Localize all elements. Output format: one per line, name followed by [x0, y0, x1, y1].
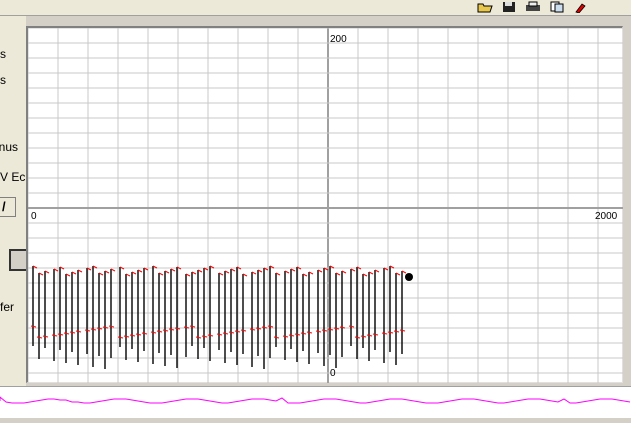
- plot-grid: [28, 28, 623, 383]
- trace-marker: [129, 334, 136, 337]
- trace-marker: [30, 325, 37, 328]
- trace-marker: [399, 329, 406, 332]
- trace-marker: [42, 335, 49, 338]
- left-label-4: V Ec: [0, 170, 26, 184]
- y-axis-top-label: 200: [330, 34, 347, 45]
- trace-marker: [168, 328, 175, 331]
- trace-marker: [57, 333, 64, 336]
- trace-marker: [189, 325, 196, 328]
- trace-cursor-dot[interactable]: [405, 273, 413, 281]
- trace-marker: [321, 329, 328, 332]
- trace-marker: [366, 334, 373, 337]
- trace-marker: [36, 336, 43, 339]
- print-icon[interactable]: [524, 0, 542, 12]
- trace-marker: [360, 335, 367, 338]
- bottom-trace-line: [0, 396, 631, 404]
- trace-marker: [207, 334, 214, 337]
- bottom-trace-canvas: [0, 396, 631, 404]
- trace-marker: [267, 325, 274, 328]
- toolbar: [0, 0, 631, 16]
- trace-marker: [300, 332, 307, 335]
- trace-marker: [141, 332, 148, 335]
- trace-marker: [387, 331, 394, 334]
- trace-marker: [306, 331, 313, 334]
- trace-marker: [201, 335, 208, 338]
- toolbar-icons: [476, 0, 590, 14]
- bottom-trace-strip: [0, 386, 631, 418]
- trace-marker: [63, 332, 70, 335]
- trace-marker: [195, 336, 202, 339]
- open-folder-icon[interactable]: [476, 0, 494, 13]
- left-label-5: fer: [0, 300, 15, 314]
- save-icon[interactable]: [500, 0, 518, 12]
- y-axis-bottom-label: 0: [330, 368, 336, 379]
- marker-icon[interactable]: [572, 0, 590, 14]
- trace-marker: [90, 328, 97, 331]
- trace-marker: [372, 333, 379, 336]
- waveform-trace: [30, 265, 407, 369]
- trace-marker: [228, 331, 235, 334]
- left-label-1: s: [0, 47, 6, 61]
- trace-marker: [282, 335, 289, 338]
- trace-marker: [117, 336, 124, 339]
- left-panel-button-label: /: [2, 199, 6, 214]
- trace-marker: [234, 330, 241, 333]
- trace-marker: [273, 336, 280, 339]
- trace-marker: [162, 329, 169, 332]
- trace-marker: [354, 336, 361, 339]
- trace-marker: [315, 330, 322, 333]
- trace-marker: [381, 332, 388, 335]
- trace-marker: [393, 330, 400, 333]
- trace-marker: [135, 333, 142, 336]
- left-panel-button[interactable]: /: [0, 197, 16, 217]
- trace-marker: [51, 334, 58, 337]
- trace-marker: [222, 332, 229, 335]
- trace-marker: [156, 330, 163, 333]
- trace-marker: [288, 334, 295, 337]
- trace-marker: [294, 333, 301, 336]
- copy-icon[interactable]: [548, 0, 566, 13]
- x-axis-right-label: 2000: [595, 211, 618, 222]
- left-panel: s s inus V Ec / fer: [0, 16, 26, 386]
- left-label-2: s: [0, 73, 6, 87]
- trace-marker: [123, 335, 130, 338]
- x-axis-left-label: 0: [31, 211, 37, 222]
- left-label-3: inus: [0, 140, 19, 154]
- trace-marker: [216, 333, 223, 336]
- waveform-plot-canvas: 200 0 0 2000: [28, 28, 623, 383]
- trace-marker: [240, 329, 247, 332]
- trace-marker: [108, 325, 115, 328]
- trace-marker: [84, 329, 91, 332]
- waveform-plot[interactable]: 200 0 0 2000: [26, 26, 623, 383]
- left-panel-toggle[interactable]: [9, 249, 26, 271]
- trace-marker: [75, 330, 82, 333]
- trace-marker: [69, 331, 76, 334]
- trace-marker: [348, 325, 355, 328]
- trace-marker: [249, 328, 256, 331]
- trace-marker: [150, 331, 157, 334]
